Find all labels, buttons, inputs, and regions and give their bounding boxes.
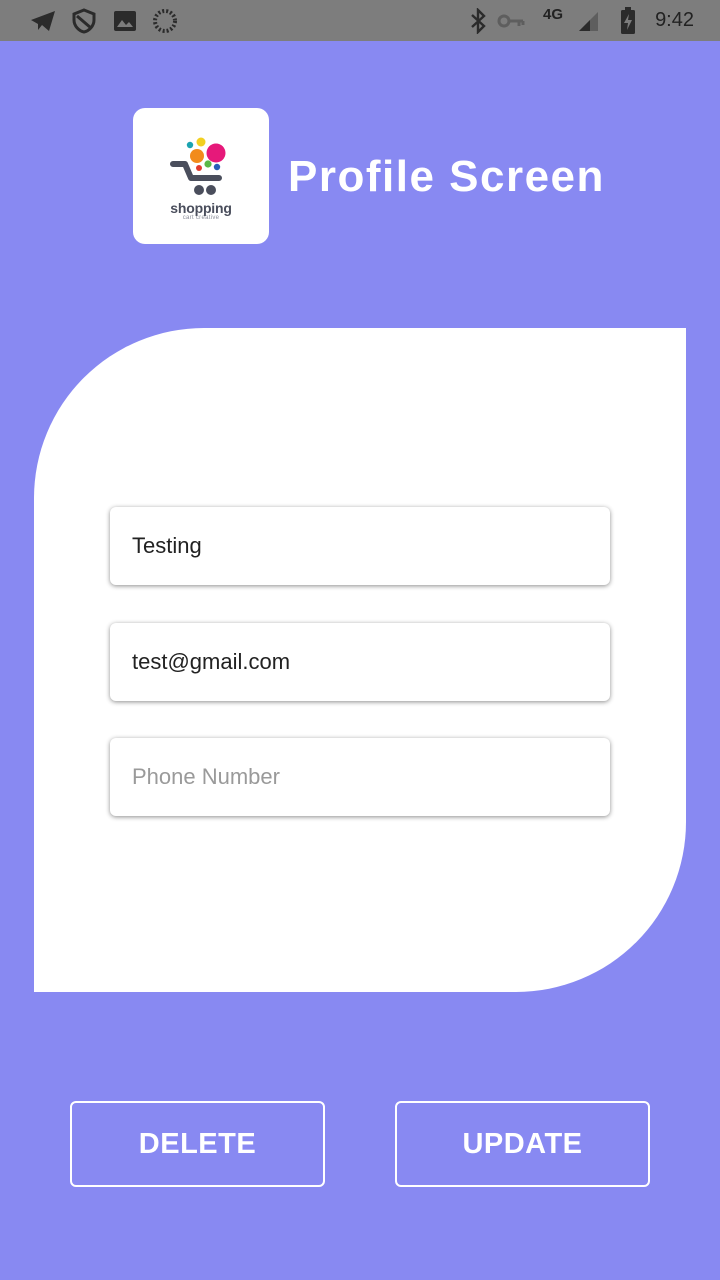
phone-number-field[interactable] — [110, 738, 610, 816]
bluetooth-icon — [467, 0, 489, 41]
vpn-key-icon — [497, 0, 525, 41]
image-icon — [112, 0, 138, 41]
network-type-label: 4G — [543, 6, 564, 23]
status-bar: 4G 9:42 — [0, 0, 720, 41]
status-time: 9:42 — [655, 9, 694, 31]
shield-icon — [70, 0, 98, 41]
update-button[interactable]: UPDATE — [395, 1101, 650, 1187]
logo-tagline: cart creative — [182, 215, 220, 221]
page-title: Profile Screen — [288, 152, 605, 201]
telegram-icon — [28, 0, 58, 41]
app-logo: shopping cart creative — [133, 108, 269, 244]
name-field[interactable] — [110, 507, 610, 585]
email-field[interactable] — [110, 623, 610, 701]
loading-icon — [152, 0, 178, 41]
logo-wordmark: shopping — [170, 200, 232, 216]
battery-charging-icon — [618, 0, 638, 41]
shopping-cart-logo-icon — [170, 137, 226, 195]
delete-button[interactable]: DELETE — [70, 1101, 325, 1187]
signal-icon — [576, 0, 600, 41]
